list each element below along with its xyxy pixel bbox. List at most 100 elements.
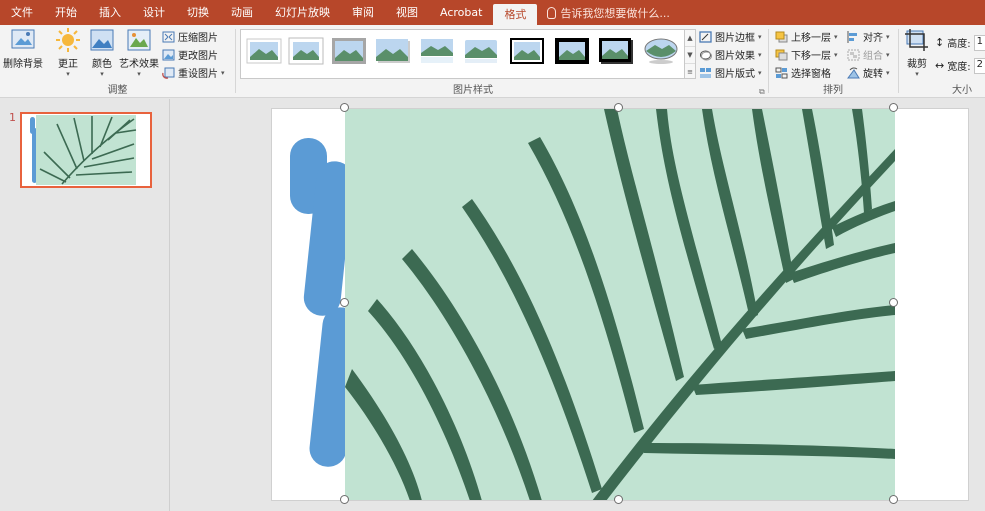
chevron-down-icon: ▾	[915, 70, 919, 78]
group-objects-button[interactable]: 组合 ▾	[847, 46, 890, 63]
tell-me-box[interactable]: 告诉我您想要做什么...	[537, 5, 670, 21]
lightbulb-icon	[547, 6, 557, 19]
chevron-down-icon: ▾	[758, 50, 762, 59]
picture-style-reflected[interactable]	[419, 37, 455, 65]
picture-styles-gallery	[240, 29, 686, 79]
bring-forward-icon	[775, 31, 788, 42]
picture-border-button[interactable]: 图片边框 ▾	[699, 28, 762, 45]
change-picture-button[interactable]: 更改图片	[162, 46, 218, 63]
crop-button[interactable]: 裁剪 ▾	[904, 28, 930, 78]
chevron-down-icon: ▾	[886, 50, 890, 59]
resize-handle-sw[interactable]	[340, 495, 349, 504]
gallery-more-icon[interactable]: ≡	[685, 64, 695, 80]
picture-style-soft-edge[interactable]	[463, 37, 499, 65]
compress-pictures-button[interactable]: 压缩图片	[162, 28, 218, 45]
ribbon: 删除背景 更正 ▾ 颜色 ▾ 艺术效果 ▾ 压缩图片 更改图片 重设图片 ▾ 调…	[0, 25, 985, 98]
tab-file[interactable]: 文件	[0, 0, 44, 25]
tab-transitions[interactable]: 切换	[176, 0, 220, 25]
gallery-up-icon[interactable]: ▲	[685, 30, 695, 47]
chevron-down-icon: ▾	[834, 32, 838, 41]
group-label-adjust: 调整	[107, 85, 128, 96]
height-input[interactable]: 1	[973, 34, 985, 51]
height-icon: ↕	[935, 36, 945, 49]
picture-style-black-shadow[interactable]	[598, 37, 634, 65]
picture-style-double-black[interactable]	[509, 37, 545, 65]
group-arrange: 上移一层 ▾ 下移一层 ▾ 选择窗格 对齐 ▾ 组合 ▾ 旋转 ▾ 排列	[769, 25, 897, 98]
tab-home[interactable]: 开始	[44, 0, 88, 25]
resize-handle-n[interactable]	[614, 103, 623, 112]
ribbon-tab-bar: 文件 开始 插入 设计 切换 动画 幻灯片放映 审阅 视图 Acrobat 格式…	[0, 0, 985, 25]
picture-style-thick-white-frame[interactable]	[288, 37, 324, 65]
tab-animations[interactable]: 动画	[220, 0, 264, 25]
chevron-down-icon: ▾	[221, 68, 225, 77]
group-label-picture-styles: 图片样式	[453, 85, 493, 96]
group-label-arrange: 排列	[823, 85, 843, 96]
group-adjust: 删除背景 更正 ▾ 颜色 ▾ 艺术效果 ▾ 压缩图片 更改图片 重设图片 ▾ 调…	[0, 25, 235, 98]
resize-handle-se[interactable]	[889, 495, 898, 504]
bring-forward-button[interactable]: 上移一层 ▾	[775, 28, 838, 45]
resize-handle-nw[interactable]	[340, 103, 349, 112]
gallery-scroll: ▲ ▼ ≡	[684, 29, 696, 79]
tell-me-text: 告诉我您想要做什么...	[560, 6, 670, 20]
resize-handle-ne[interactable]	[889, 103, 898, 112]
selection-pane-icon	[775, 67, 788, 78]
slide-thumbnail-1[interactable]	[20, 112, 152, 188]
rotate-icon	[847, 67, 860, 78]
slide-thumbnail-preview	[22, 114, 150, 186]
tab-review[interactable]: 审阅	[341, 0, 385, 25]
picture-border-icon	[699, 30, 712, 43]
chevron-down-icon: ▾	[886, 68, 890, 77]
reset-picture-icon	[162, 67, 175, 79]
resize-handle-w[interactable]	[340, 298, 349, 307]
tab-view[interactable]: 视图	[385, 0, 429, 25]
picture-style-simple-frame[interactable]	[246, 37, 282, 65]
chevron-down-icon: ▾	[758, 32, 762, 41]
change-picture-icon	[162, 49, 175, 60]
tab-format[interactable]: 格式	[493, 4, 538, 25]
tab-insert[interactable]: 插入	[88, 0, 132, 25]
chevron-down-icon: ▾	[66, 70, 70, 78]
compress-icon	[162, 31, 175, 42]
reset-picture-button[interactable]: 重设图片 ▾	[162, 64, 225, 81]
picture-style-shadow-rectangle[interactable]	[375, 37, 411, 65]
picture-styles-launcher-icon[interactable]: ⧉	[759, 87, 765, 97]
picture-style-oval[interactable]	[643, 37, 679, 65]
chevron-down-icon: ▾	[100, 70, 104, 78]
send-backward-button[interactable]: 下移一层 ▾	[775, 46, 838, 63]
gallery-down-icon[interactable]: ▼	[685, 47, 695, 64]
align-icon	[847, 30, 857, 43]
align-button[interactable]: 对齐 ▾	[847, 28, 890, 45]
picture-layout-button[interactable]: 图片版式 ▾	[699, 64, 762, 81]
slide-thumbnail-panel: 1	[0, 99, 170, 511]
tab-acrobat[interactable]: Acrobat	[429, 0, 493, 25]
width-control: ↔ 宽度: 2	[935, 57, 985, 74]
width-input[interactable]: 2	[973, 57, 985, 74]
tab-design[interactable]: 设计	[132, 0, 176, 25]
resize-handle-e[interactable]	[889, 298, 898, 307]
picture-style-gray-frame[interactable]	[331, 37, 367, 65]
group-label-size: 大小	[952, 85, 972, 96]
resize-handle-s[interactable]	[614, 495, 623, 504]
chevron-down-icon: ▾	[758, 68, 762, 77]
picture-effects-icon	[700, 50, 712, 60]
palm-leaf-picture[interactable]	[345, 109, 895, 501]
chevron-down-icon: ▾	[834, 50, 838, 59]
picture-style-thick-black[interactable]	[554, 37, 590, 65]
slide-content	[290, 109, 895, 501]
picture-effects-button[interactable]: 图片效果 ▾	[699, 46, 762, 63]
width-icon: ↔	[935, 59, 945, 72]
corrections-button[interactable]: 更正 ▾	[55, 28, 81, 78]
chevron-down-icon: ▾	[886, 32, 890, 41]
slide-canvas	[271, 108, 969, 501]
crop-icon	[905, 29, 928, 51]
picture-color-icon	[90, 29, 114, 51]
tab-slideshow[interactable]: 幻灯片放映	[264, 0, 341, 25]
selection-pane-button[interactable]: 选择窗格	[775, 64, 831, 81]
color-button[interactable]: 颜色 ▾	[89, 28, 115, 78]
height-control: ↕ 高度: 1	[935, 34, 985, 51]
rotate-button[interactable]: 旋转 ▾	[847, 64, 890, 81]
remove-background-button[interactable]: 删除背景	[3, 28, 43, 70]
remove-background-icon	[11, 29, 35, 49]
artistic-effects-icon	[127, 29, 151, 51]
artistic-effects-button[interactable]: 艺术效果 ▾	[119, 28, 159, 78]
